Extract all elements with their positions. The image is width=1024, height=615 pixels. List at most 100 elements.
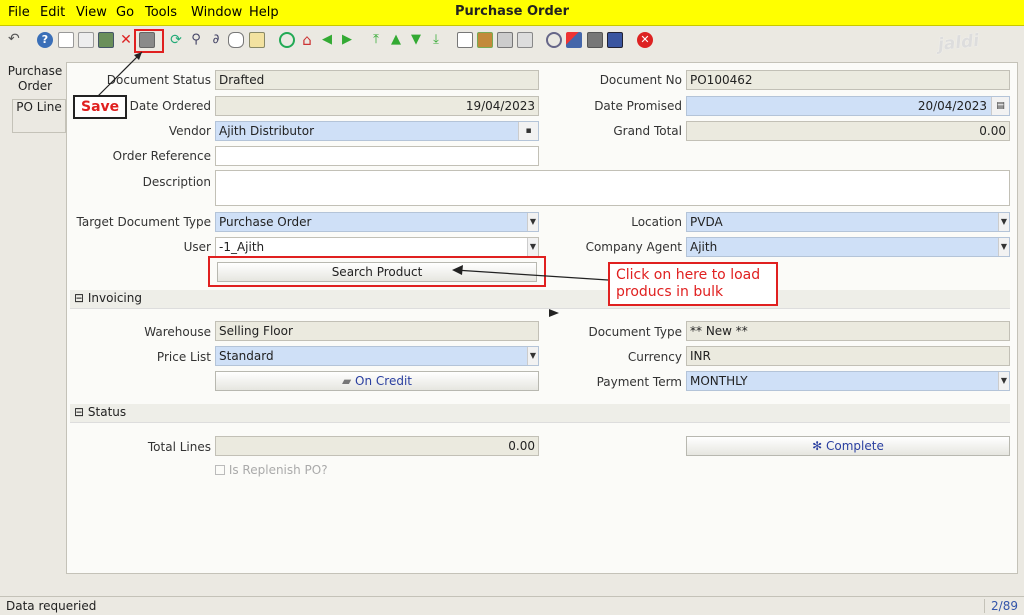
document-status-label: Document Status — [106, 73, 211, 87]
date-promised-value: 20/04/2023 — [917, 99, 987, 113]
currency-field: INR — [686, 346, 1010, 366]
is-replenish-label: Is Replenish PO? — [228, 463, 328, 477]
first-icon[interactable]: ⤒ — [368, 32, 384, 48]
target-document-type-select[interactable]: Purchase Order ▼ — [215, 212, 539, 232]
target-document-type-value: Purchase Order — [219, 215, 312, 229]
vendor-field[interactable]: Ajith Distributor ▪ — [215, 121, 539, 141]
status-title: Status — [87, 405, 127, 419]
grand-total-label: Grand Total — [613, 124, 682, 138]
company-agent-select[interactable]: Ajith ▼ — [686, 237, 1010, 257]
status-section-header[interactable]: ⊟ Status — [70, 404, 1010, 423]
save-highlight-box — [134, 29, 164, 53]
price-list-select[interactable]: Standard ▼ — [215, 346, 539, 366]
chevron-down-icon[interactable]: ▼ — [527, 238, 538, 256]
date-ordered-field: 19/04/2023 — [215, 96, 539, 116]
total-lines-label: Total Lines — [147, 440, 211, 454]
report-icon[interactable] — [457, 32, 473, 48]
date-promised-label: Date Promised — [594, 99, 682, 113]
date-promised-field[interactable]: 20/04/2023 ▤ — [686, 96, 1010, 116]
tab-purchase-order[interactable]: Purchase Order — [4, 64, 66, 98]
chevron-down-icon[interactable]: ▼ — [527, 213, 538, 231]
copy-icon[interactable] — [78, 32, 94, 48]
history-icon[interactable] — [249, 32, 265, 48]
search-callout: Click on here to load producs in bulk — [608, 262, 778, 306]
payment-term-value: MONTHLY — [690, 374, 748, 388]
record-count[interactable]: 2/89 — [984, 599, 1018, 613]
status-message: Data requeried — [6, 599, 97, 613]
vendor-value: Ajith Distributor — [219, 124, 315, 138]
forward-icon[interactable]: ▶ — [339, 32, 355, 48]
print-icon[interactable] — [497, 32, 513, 48]
menu-go[interactable]: Go — [116, 5, 134, 20]
invoicing-title: Invoicing — [87, 291, 142, 305]
back-icon[interactable]: ◀ — [319, 32, 335, 48]
description-label: Description — [142, 175, 211, 189]
warehouse-field: Selling Floor — [215, 321, 539, 341]
order-reference-label: Order Reference — [112, 149, 211, 163]
refresh-icon[interactable]: ⟳ — [168, 32, 184, 48]
payment-term-select[interactable]: MONTHLY ▼ — [686, 371, 1010, 391]
next-icon[interactable]: ▼ — [408, 32, 424, 48]
invoicing-section-header[interactable]: ⊟ Invoicing — [70, 290, 1010, 309]
menu-view[interactable]: View — [76, 5, 107, 20]
description-field[interactable] — [215, 170, 1010, 206]
total-lines-field: 0.00 — [215, 436, 539, 456]
payment-icon: ▰ — [341, 374, 352, 388]
menu-window[interactable]: Window — [191, 5, 242, 20]
last-icon[interactable]: ⤓ — [428, 32, 444, 48]
chevron-down-icon[interactable]: ▼ — [527, 347, 538, 365]
search-highlight-box — [208, 256, 546, 287]
complete-label: Complete — [826, 439, 884, 453]
on-credit-label: On Credit — [355, 374, 412, 388]
menu-file[interactable]: File — [8, 5, 30, 20]
lookup-icon[interactable]: ▪ — [518, 122, 538, 140]
product-info-icon[interactable] — [607, 32, 623, 48]
collapse-icon[interactable]: ⊟ — [74, 291, 84, 305]
location-label: Location — [631, 215, 682, 229]
jaldi-logo: jaldi — [937, 30, 981, 56]
document-status-field: Drafted — [215, 70, 539, 90]
home-icon[interactable] — [279, 32, 295, 48]
delete-icon[interactable]: ✕ — [118, 32, 134, 48]
help-icon[interactable]: ? — [37, 32, 53, 48]
menu-help[interactable]: Help — [249, 5, 279, 20]
archive-icon[interactable] — [477, 32, 493, 48]
checkbox-icon[interactable] — [215, 465, 225, 475]
chat-icon[interactable] — [228, 32, 244, 48]
price-list-value: Standard — [219, 349, 274, 363]
target-document-type-label: Target Document Type — [76, 215, 211, 229]
find-icon[interactable]: ⚲ — [188, 32, 204, 48]
menu-bar: File Edit View Go Tools Window Help Purc… — [0, 0, 1024, 26]
currency-label: Currency — [627, 350, 682, 364]
order-reference-field[interactable] — [215, 146, 539, 166]
workflow-icon[interactable] — [566, 32, 582, 48]
attachment-icon[interactable]: ∂ — [208, 32, 224, 48]
user-select[interactable]: -1_Ajith ▼ — [215, 237, 539, 257]
save-callout: Save — [73, 95, 128, 119]
calendar-icon[interactable]: ▤ — [991, 97, 1009, 115]
tab-po-line[interactable]: PO Line — [12, 99, 66, 133]
menu-edit[interactable]: Edit — [40, 5, 65, 20]
request-icon[interactable] — [587, 32, 603, 48]
collapse-icon[interactable]: ⊟ — [74, 405, 84, 419]
status-bar: Data requeried 2/89 — [0, 596, 1024, 615]
chevron-down-icon[interactable]: ▼ — [998, 213, 1009, 231]
tab-strip: Purchase Order PO Line — [0, 62, 70, 572]
zoom-across-icon[interactable] — [546, 32, 562, 48]
previous-icon[interactable]: ▲ — [388, 32, 404, 48]
payment-term-label: Payment Term — [596, 375, 682, 389]
location-select[interactable]: PVDA ▼ — [686, 212, 1010, 232]
is-replenish-checkbox[interactable]: Is Replenish PO? — [215, 463, 328, 477]
print-preview-icon[interactable] — [517, 32, 533, 48]
menu-tools[interactable]: Tools — [145, 5, 177, 20]
chevron-down-icon[interactable]: ▼ — [998, 238, 1009, 256]
document-no-field: PO100462 — [686, 70, 1010, 90]
complete-button[interactable]: ✻ Complete — [686, 436, 1010, 456]
home-page-icon[interactable]: ⌂ — [299, 32, 315, 48]
new-icon[interactable] — [58, 32, 74, 48]
close-icon[interactable]: ✕ — [637, 32, 653, 48]
undo-icon[interactable]: ↶ — [8, 32, 24, 48]
chevron-down-icon[interactable]: ▼ — [998, 372, 1009, 390]
on-credit-button[interactable]: ▰ On Credit — [215, 371, 539, 391]
save-icon[interactable] — [98, 32, 114, 48]
